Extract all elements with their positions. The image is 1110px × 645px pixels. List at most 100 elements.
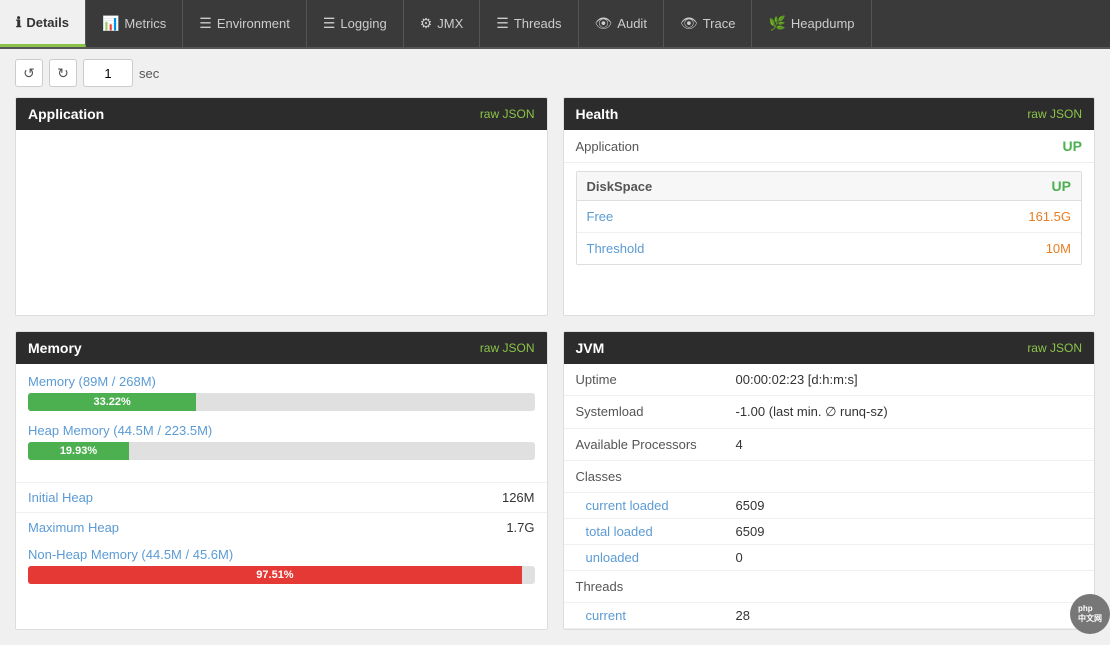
details-icon: ℹ (16, 14, 21, 31)
maximum-heap-label: Maximum Heap (28, 520, 119, 535)
health-card-body: Application UP DiskSpace UP Free 161.5G … (564, 130, 1095, 265)
diskspace-threshold-label: Threshold (587, 241, 645, 256)
interval-input[interactable] (83, 59, 133, 87)
threads-icon: ☰ (496, 15, 509, 32)
auto-refresh-icon: ↻ (57, 65, 69, 82)
jvm-uptime-row: Uptime 00:00:02:23 [d:h:m:s] (564, 364, 1095, 396)
tab-environment-label: Environment (217, 16, 290, 31)
heapdump-icon: 🌿 (768, 15, 785, 32)
jvm-classes-unloaded-value: 0 (736, 550, 743, 565)
application-raw-json-link[interactable]: raw JSON (480, 107, 535, 121)
tab-logging-label: Logging (340, 16, 386, 31)
jvm-card-body: Uptime 00:00:02:23 [d:h:m:s] Systemload … (564, 364, 1095, 629)
tab-heapdump[interactable]: 🌿 Heapdump (752, 0, 871, 47)
tab-metrics[interactable]: 📊 Metrics (86, 0, 183, 47)
toolbar: ↺ ↻ sec (0, 49, 1110, 97)
memory-raw-json-link[interactable]: raw JSON (480, 341, 535, 355)
jvm-threads-row: Threads (564, 571, 1095, 603)
non-heap-percent-label: 97.51% (256, 569, 293, 581)
jvm-classes-label: Classes (576, 469, 736, 484)
jvm-processors-value: 4 (736, 437, 1083, 452)
application-card-body (16, 130, 547, 315)
memory-percent-label: 33.22% (93, 396, 130, 408)
tab-heapdump-label: Heapdump (791, 16, 855, 31)
heap-percent-label: 19.93% (60, 445, 97, 457)
jvm-threads-current-value: 28 (736, 608, 750, 623)
refresh-icon: ↺ (23, 65, 35, 82)
tab-threads-label: Threads (514, 16, 562, 31)
memory-card-title: Memory (28, 340, 82, 356)
heap-memory-item: Heap Memory (44.5M / 223.5M) 19.93% (28, 423, 535, 460)
jvm-classes-row: Classes (564, 461, 1095, 493)
tab-details[interactable]: ℹ Details (0, 0, 86, 47)
memory-total-item: Memory (89M / 268M) 33.22% (28, 374, 535, 411)
tab-threads[interactable]: ☰ Threads (480, 0, 578, 47)
tab-metrics-label: Metrics (124, 16, 166, 31)
health-card-header: Health raw JSON (564, 98, 1095, 130)
tab-environment[interactable]: ☰ Environment (183, 0, 307, 47)
logging-icon: ☰ (323, 15, 336, 32)
tab-trace-label: Trace (703, 16, 736, 31)
jvm-classes-total-row: total loaded 6509 (564, 519, 1095, 545)
heap-progress-wrap: 19.93% (28, 442, 535, 460)
interval-unit-label: sec (139, 66, 159, 81)
non-heap-memory-item: Non-Heap Memory (44.5M / 45.6M) 97.51% (28, 547, 535, 584)
initial-heap-value: 126M (502, 490, 535, 505)
tab-jmx[interactable]: ⚙ JMX (404, 0, 481, 47)
tab-logging[interactable]: ☰ Logging (307, 0, 404, 47)
jvm-classes-total-value: 6509 (736, 524, 765, 539)
memory-progress-bar: 33.22% (28, 393, 196, 411)
tab-jmx-label: JMX (437, 16, 463, 31)
jvm-classes-current-row: current loaded 6509 (564, 493, 1095, 519)
diskspace-threshold-value: 10M (1046, 241, 1071, 256)
heap-memory-title: Heap Memory (44.5M / 223.5M) (28, 423, 535, 438)
jvm-systemload-value: -1.00 (last min. ∅ runq-sz) (736, 404, 1083, 420)
maximum-heap-row: Maximum Heap 1.7G (16, 512, 547, 542)
non-heap-progress-bar: 97.51% (28, 566, 522, 584)
tab-trace[interactable]: 👁 Trace (664, 0, 753, 47)
jvm-threads-label: Threads (576, 579, 736, 594)
jvm-threads-current-label: current (576, 608, 736, 623)
jvm-classes-unloaded-label: unloaded (576, 550, 736, 565)
memory-card-header: Memory raw JSON (16, 332, 547, 364)
refresh-button[interactable]: ↺ (15, 59, 43, 87)
application-card: Application raw JSON (15, 97, 548, 316)
diskspace-free-label: Free (587, 209, 614, 224)
php-logo: php中文网 (1070, 594, 1110, 634)
top-navigation: ℹ Details 📊 Metrics ☰ Environment ☰ Logg… (0, 0, 1110, 49)
health-application-row: Application UP (564, 130, 1095, 163)
non-heap-progress-wrap: 97.51% (28, 566, 535, 584)
non-heap-title: Non-Heap Memory (44.5M / 45.6M) (28, 547, 535, 562)
health-raw-json-link[interactable]: raw JSON (1027, 107, 1082, 121)
main-content: Application raw JSON Health raw JSON App… (0, 97, 1110, 645)
jvm-card-title: JVM (576, 340, 605, 356)
environment-icon: ☰ (199, 15, 212, 32)
maximum-heap-value: 1.7G (506, 520, 534, 535)
memory-section: Memory (89M / 268M) 33.22% Heap Memory (… (16, 364, 547, 482)
tab-audit-label: Audit (617, 16, 647, 31)
memory-progress-wrap: 33.22% (28, 393, 535, 411)
jvm-systemload-row: Systemload -1.00 (last min. ∅ runq-sz) (564, 396, 1095, 429)
jvm-classes-current-value: 6509 (736, 498, 765, 513)
diskspace-label: DiskSpace (587, 179, 653, 194)
application-card-title: Application (28, 106, 104, 122)
diskspace-free-value: 161.5G (1028, 209, 1071, 224)
trace-icon: 👁 (680, 15, 698, 32)
jvm-classes-current-label: current loaded (576, 498, 736, 513)
jvm-classes-total-label: total loaded (576, 524, 736, 539)
application-card-header: Application raw JSON (16, 98, 547, 130)
tab-audit[interactable]: 👁 Audit (579, 0, 664, 47)
non-heap-section: Non-Heap Memory (44.5M / 45.6M) 97.51% (16, 542, 547, 601)
jvm-raw-json-link[interactable]: raw JSON (1027, 341, 1082, 355)
jvm-uptime-label: Uptime (576, 372, 736, 387)
jvm-card: JVM raw JSON Uptime 00:00:02:23 [d:h:m:s… (563, 331, 1096, 630)
memory-total-title: Memory (89M / 268M) (28, 374, 535, 389)
metrics-icon: 📊 (102, 15, 119, 32)
jvm-card-header: JVM raw JSON (564, 332, 1095, 364)
jmx-icon: ⚙ (420, 15, 433, 32)
auto-refresh-button[interactable]: ↻ (49, 59, 77, 87)
diskspace-free-row: Free 161.5G (577, 201, 1082, 233)
audit-icon: 👁 (595, 15, 613, 32)
diskspace-status: UP (1052, 178, 1071, 194)
diskspace-threshold-row: Threshold 10M (577, 233, 1082, 264)
